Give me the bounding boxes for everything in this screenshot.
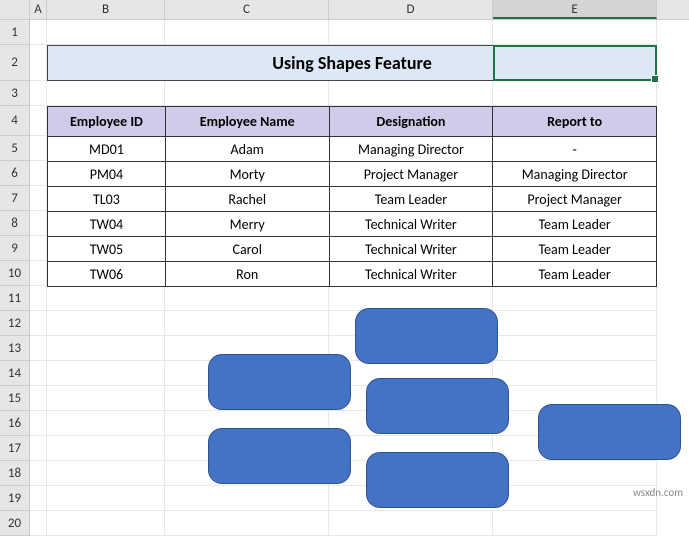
row-headers: 1 2 3 4 5 6 7 8 9 10 11 12 13 14 15 16 1… xyxy=(0,20,30,536)
spreadsheet-grid: A B C D E 1 2 3 4 5 6 7 8 9 10 11 12 13 … xyxy=(0,0,689,541)
column-headers-row: A B C D E xyxy=(0,0,689,20)
row-header-16[interactable]: 16 xyxy=(0,411,30,436)
header-report-to[interactable]: Report to xyxy=(493,107,657,137)
table-header-row: Employee ID Employee Name Designation Re… xyxy=(48,107,657,137)
col-header-D[interactable]: D xyxy=(329,0,493,19)
col-header-C[interactable]: C xyxy=(165,0,329,19)
row-header-8[interactable]: 8 xyxy=(0,211,30,236)
rounded-rectangle-shape[interactable] xyxy=(366,452,509,508)
cell-designation[interactable]: Team Leader xyxy=(329,187,493,212)
row-header-11[interactable]: 11 xyxy=(0,286,30,311)
rounded-rectangle-shape[interactable] xyxy=(208,354,351,410)
row-header-18[interactable]: 18 xyxy=(0,461,30,486)
cell-name[interactable]: Ron xyxy=(165,262,329,287)
row-header-14[interactable]: 14 xyxy=(0,361,30,386)
watermark: wsxdn.com xyxy=(633,486,683,499)
cell-designation[interactable]: Technical Writer xyxy=(329,262,493,287)
col-header-E[interactable]: E xyxy=(493,0,657,19)
header-employee-name[interactable]: Employee Name xyxy=(165,107,329,137)
row-header-10[interactable]: 10 xyxy=(0,261,30,286)
cell-id[interactable]: PM04 xyxy=(48,162,166,187)
row-header-15[interactable]: 15 xyxy=(0,386,30,411)
table-row: PM04 Morty Project Manager Managing Dire… xyxy=(48,162,657,187)
header-employee-id[interactable]: Employee ID xyxy=(48,107,166,137)
title-banner[interactable]: Using Shapes Feature xyxy=(47,45,657,81)
cell-id[interactable]: MD01 xyxy=(48,137,166,162)
cell-name[interactable]: Merry xyxy=(165,212,329,237)
cell-id[interactable]: TL03 xyxy=(48,187,166,212)
col-header-A[interactable]: A xyxy=(30,0,47,19)
cell-report-to[interactable]: Team Leader xyxy=(493,212,657,237)
row-header-2[interactable]: 2 xyxy=(0,45,30,81)
select-all-corner[interactable] xyxy=(0,0,30,19)
row-header-7[interactable]: 7 xyxy=(0,186,30,211)
rounded-rectangle-shape[interactable] xyxy=(355,308,498,364)
header-designation[interactable]: Designation xyxy=(329,107,493,137)
table-row: TW06 Ron Technical Writer Team Leader xyxy=(48,262,657,287)
row-header-20[interactable]: 20 xyxy=(0,511,30,536)
cell-report-to[interactable]: Team Leader xyxy=(493,237,657,262)
cell-report-to[interactable]: Project Manager xyxy=(493,187,657,212)
cell-name[interactable]: Carol xyxy=(165,237,329,262)
cell-report-to[interactable]: Managing Director xyxy=(493,162,657,187)
cell-report-to[interactable]: Team Leader xyxy=(493,262,657,287)
row-header-17[interactable]: 17 xyxy=(0,436,30,461)
cell-designation[interactable]: Project Manager xyxy=(329,162,493,187)
table-row: MD01 Adam Managing Director - xyxy=(48,137,657,162)
col-header-B[interactable]: B xyxy=(47,0,165,19)
cell-report-to[interactable]: - xyxy=(493,137,657,162)
rounded-rectangle-shape[interactable] xyxy=(366,378,509,434)
cell-id[interactable]: TW04 xyxy=(48,212,166,237)
table-row: TW05 Carol Technical Writer Team Leader xyxy=(48,237,657,262)
rounded-rectangle-shape[interactable] xyxy=(538,404,681,460)
cell-name[interactable]: Adam xyxy=(165,137,329,162)
rounded-rectangle-shape[interactable] xyxy=(208,428,351,484)
row-header-1[interactable]: 1 xyxy=(0,20,30,45)
row-header-6[interactable]: 6 xyxy=(0,161,30,186)
row-header-13[interactable]: 13 xyxy=(0,336,30,361)
cell-name[interactable]: Rachel xyxy=(165,187,329,212)
cell-designation[interactable]: Technical Writer xyxy=(329,237,493,262)
employee-table: Employee ID Employee Name Designation Re… xyxy=(47,106,657,287)
title-text: Using Shapes Feature xyxy=(272,52,432,74)
row-header-12[interactable]: 12 xyxy=(0,311,30,336)
row-header-19[interactable]: 19 xyxy=(0,486,30,511)
cell-designation[interactable]: Managing Director xyxy=(329,137,493,162)
table-row: TW04 Merry Technical Writer Team Leader xyxy=(48,212,657,237)
cell-id[interactable]: TW06 xyxy=(48,262,166,287)
row-header-9[interactable]: 9 xyxy=(0,236,30,261)
cells-area[interactable]: Using Shapes Feature Employee ID Employe… xyxy=(30,20,689,536)
table-row: TL03 Rachel Team Leader Project Manager xyxy=(48,187,657,212)
cell-id[interactable]: TW05 xyxy=(48,237,166,262)
row-header-3[interactable]: 3 xyxy=(0,81,30,106)
cell-designation[interactable]: Technical Writer xyxy=(329,212,493,237)
row-header-4[interactable]: 4 xyxy=(0,106,30,136)
row-header-5[interactable]: 5 xyxy=(0,136,30,161)
cell-name[interactable]: Morty xyxy=(165,162,329,187)
